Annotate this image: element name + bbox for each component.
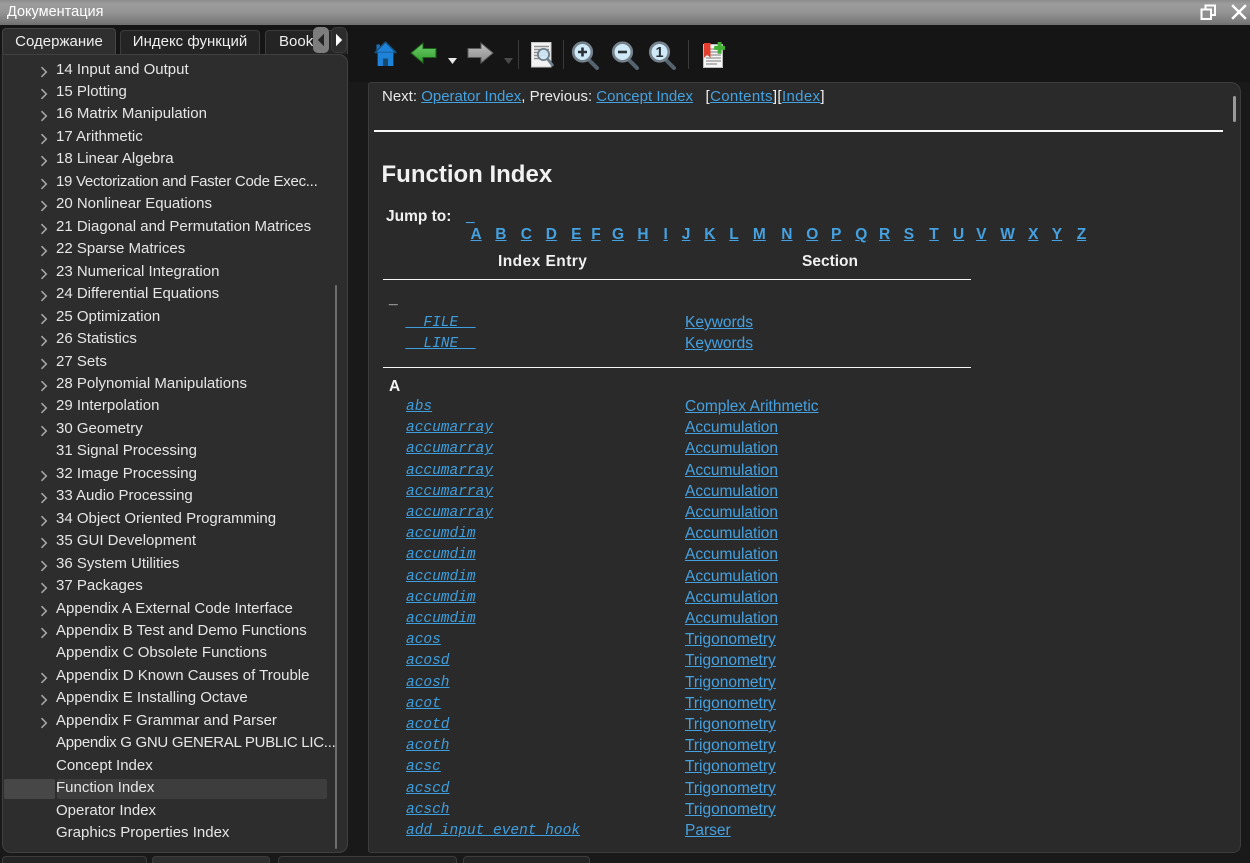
svg-text:1: 1 xyxy=(655,45,663,61)
